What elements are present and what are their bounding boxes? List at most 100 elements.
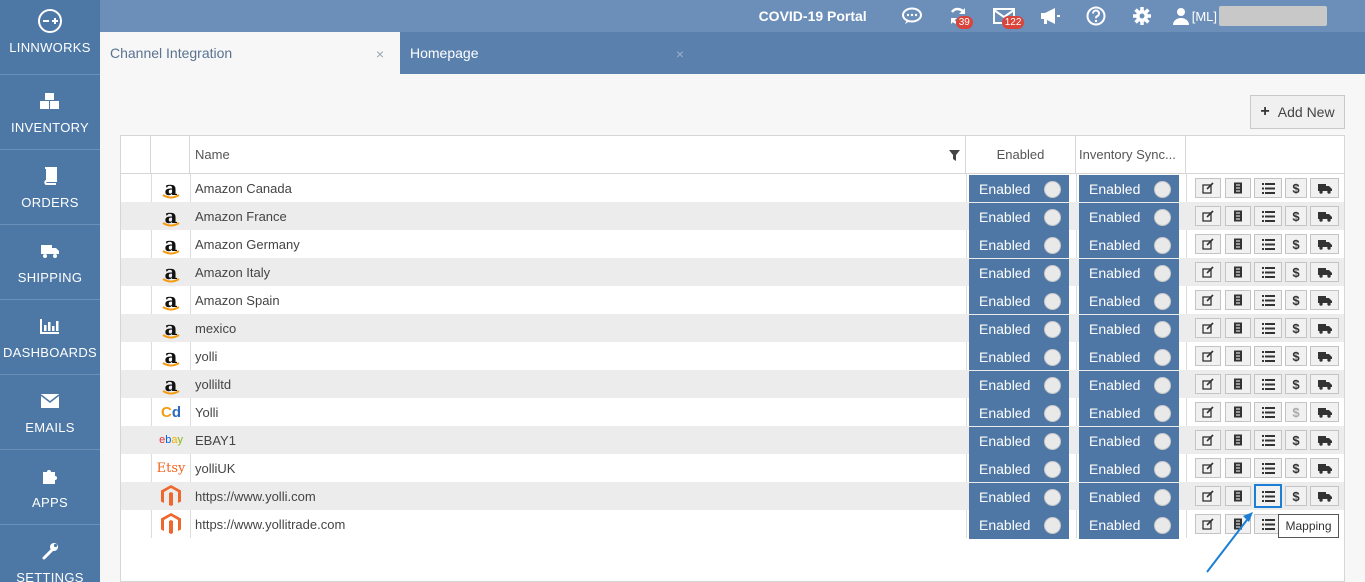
inventory-sync-toggle[interactable]: Enabled — [1079, 399, 1179, 427]
enabled-toggle[interactable]: Enabled — [969, 231, 1069, 259]
enabled-toggle[interactable]: Enabled — [969, 371, 1069, 399]
enabled-toggle[interactable]: Enabled — [969, 343, 1069, 371]
inventory-sync-toggle[interactable]: Enabled — [1079, 259, 1179, 287]
listing-button[interactable] — [1225, 374, 1251, 394]
mapping-button[interactable] — [1254, 262, 1282, 282]
edit-button[interactable] — [1195, 206, 1221, 226]
mapping-button[interactable] — [1254, 430, 1282, 450]
pricing-button[interactable]: $ — [1285, 318, 1307, 338]
shipping-button[interactable] — [1310, 486, 1339, 506]
listing-button[interactable] — [1225, 430, 1251, 450]
tab-homepage[interactable]: Homepage × — [400, 32, 700, 74]
listing-button[interactable] — [1225, 262, 1251, 282]
mapping-button[interactable] — [1254, 178, 1282, 198]
pricing-button[interactable]: $ — [1285, 234, 1307, 254]
listing-button[interactable] — [1225, 206, 1251, 226]
table-row[interactable]: a Amazon Italy Enabled Enabled $ — [121, 258, 1344, 287]
filter-icon[interactable] — [949, 150, 960, 161]
shipping-button[interactable] — [1310, 346, 1339, 366]
sidebar-item-dashboards[interactable]: DASHBOARDS — [0, 300, 100, 375]
pricing-button[interactable]: $ — [1285, 402, 1307, 422]
listing-button[interactable] — [1225, 178, 1251, 198]
inventory-sync-toggle[interactable]: Enabled — [1079, 315, 1179, 343]
enabled-toggle[interactable]: Enabled — [969, 203, 1069, 231]
shipping-button[interactable] — [1310, 262, 1339, 282]
table-row[interactable]: a Amazon Spain Enabled Enabled $ — [121, 286, 1344, 315]
chat-icon[interactable] — [900, 4, 924, 28]
sidebar-item-inventory[interactable]: INVENTORY — [0, 75, 100, 150]
inventory-sync-toggle[interactable]: Enabled — [1079, 343, 1179, 371]
mapping-button[interactable] — [1254, 402, 1282, 422]
edit-button[interactable] — [1195, 290, 1221, 310]
shipping-button[interactable] — [1310, 206, 1339, 226]
edit-button[interactable] — [1195, 346, 1221, 366]
inventory-sync-toggle[interactable]: Enabled — [1079, 455, 1179, 483]
inventory-sync-toggle[interactable]: Enabled — [1079, 511, 1179, 539]
pricing-button[interactable]: $ — [1285, 346, 1307, 366]
table-row[interactable]: a yolli Enabled Enabled $ — [121, 342, 1344, 371]
listing-button[interactable] — [1225, 290, 1251, 310]
table-row[interactable]: ebay EBAY1 Enabled Enabled $ — [121, 426, 1344, 455]
table-row[interactable]: a Amazon France Enabled Enabled $ — [121, 202, 1344, 231]
edit-button[interactable] — [1195, 178, 1221, 198]
table-row[interactable]: a Amazon Canada Enabled Enabled $ — [121, 174, 1344, 203]
edit-button[interactable] — [1195, 234, 1221, 254]
listing-button[interactable] — [1225, 234, 1251, 254]
enabled-toggle[interactable]: Enabled — [969, 483, 1069, 511]
inventory-sync-toggle[interactable]: Enabled — [1079, 427, 1179, 455]
edit-button[interactable] — [1195, 486, 1221, 506]
sidebar-item-apps[interactable]: APPS — [0, 450, 100, 525]
inventory-sync-toggle[interactable]: Enabled — [1079, 371, 1179, 399]
mapping-button[interactable] — [1254, 374, 1282, 394]
help-icon[interactable] — [1084, 4, 1108, 28]
gear-icon[interactable] — [1130, 4, 1154, 28]
enabled-toggle[interactable]: Enabled — [969, 511, 1069, 539]
mail-icon[interactable]: 122 — [992, 4, 1025, 29]
pricing-button[interactable]: $ — [1285, 458, 1307, 478]
inventory-sync-toggle[interactable]: Enabled — [1079, 231, 1179, 259]
shipping-button[interactable] — [1310, 290, 1339, 310]
shipping-button[interactable] — [1310, 430, 1339, 450]
table-row[interactable]: https://www.yollitrade.com Enabled Enabled… — [121, 510, 1344, 539]
shipping-button[interactable] — [1310, 234, 1339, 254]
pricing-button[interactable]: $ — [1285, 486, 1307, 506]
close-icon[interactable]: × — [376, 46, 384, 62]
shipping-button[interactable] — [1310, 458, 1339, 478]
table-row[interactable]: a Amazon Germany Enabled Enabled $ — [121, 230, 1344, 259]
table-row[interactable]: Cd Yolli Enabled Enabled $ — [121, 398, 1344, 427]
close-icon[interactable]: × — [676, 46, 684, 62]
listing-button[interactable] — [1225, 318, 1251, 338]
edit-button[interactable] — [1195, 262, 1221, 282]
shipping-button[interactable] — [1310, 318, 1339, 338]
sidebar-item-shipping[interactable]: SHIPPING — [0, 225, 100, 300]
listing-button[interactable] — [1225, 346, 1251, 366]
listing-button[interactable] — [1225, 486, 1251, 506]
sync-icon[interactable]: 39 — [946, 4, 973, 29]
header-enabled[interactable]: Enabled — [966, 136, 1076, 173]
edit-button[interactable] — [1195, 430, 1221, 450]
enabled-toggle[interactable]: Enabled — [969, 315, 1069, 343]
table-row[interactable]: a yolliltd Enabled Enabled $ — [121, 370, 1344, 399]
mapping-button[interactable] — [1254, 346, 1282, 366]
mapping-button[interactable] — [1254, 458, 1282, 478]
pricing-button[interactable]: $ — [1285, 178, 1307, 198]
inventory-sync-toggle[interactable]: Enabled — [1079, 203, 1179, 231]
enabled-toggle[interactable]: Enabled — [969, 455, 1069, 483]
edit-button[interactable] — [1195, 458, 1221, 478]
enabled-toggle[interactable]: Enabled — [969, 427, 1069, 455]
enabled-toggle[interactable]: Enabled — [969, 287, 1069, 315]
enabled-toggle[interactable]: Enabled — [969, 175, 1069, 203]
enabled-toggle[interactable]: Enabled — [969, 259, 1069, 287]
shipping-button[interactable] — [1310, 374, 1339, 394]
tab-channel-integration[interactable]: Channel Integration × — [100, 32, 400, 74]
inventory-sync-toggle[interactable]: Enabled — [1079, 287, 1179, 315]
listing-button[interactable] — [1225, 402, 1251, 422]
mapping-button[interactable] — [1254, 290, 1282, 310]
sidebar-item-settings[interactable]: SETTINGS — [0, 525, 100, 582]
inventory-sync-toggle[interactable]: Enabled — [1079, 175, 1179, 203]
edit-button[interactable] — [1195, 318, 1221, 338]
enabled-toggle[interactable]: Enabled — [969, 399, 1069, 427]
pricing-button[interactable]: $ — [1285, 290, 1307, 310]
sidebar-item-orders[interactable]: ORDERS — [0, 150, 100, 225]
covid-portal-link[interactable]: COVID-19 Portal — [759, 8, 867, 24]
